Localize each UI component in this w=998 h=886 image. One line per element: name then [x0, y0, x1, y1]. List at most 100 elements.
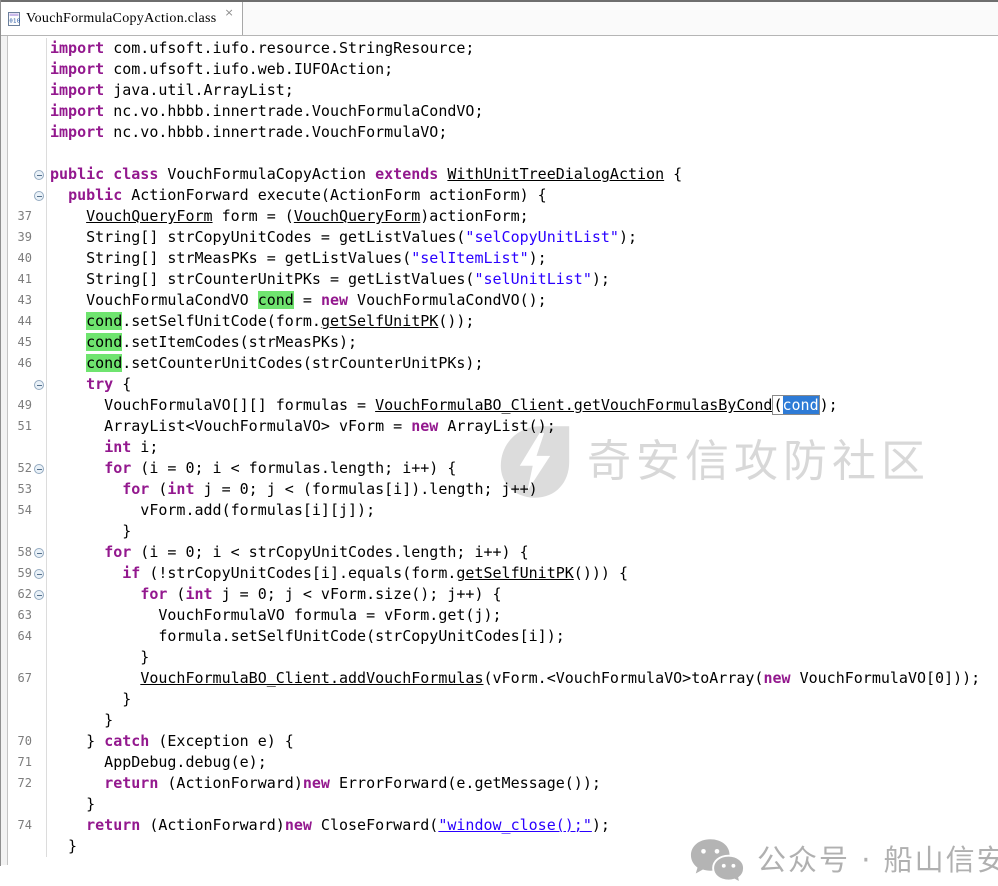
code-line: import nc.vo.hbbb.innertrade.VouchFormul… [8, 101, 998, 122]
gutter: 54 [8, 500, 47, 521]
code-token [50, 480, 122, 498]
code-token: j = 0; j < (formulas[i]).length; j++) [195, 480, 538, 498]
code-token: AppDebug.debug(e); [50, 753, 267, 771]
fold-column [33, 290, 46, 311]
fold-column [33, 269, 46, 290]
code-text: for (i = 0; i < strCopyUnitCodes.length;… [47, 542, 529, 563]
line-number: 41 [8, 269, 33, 290]
code-token: } [50, 795, 95, 813]
code-line: 59 if (!strCopyUnitCodes[i].equals(form.… [8, 563, 998, 584]
line-number: 74 [8, 815, 33, 836]
code-token: import [50, 123, 104, 141]
line-number: 70 [8, 731, 33, 752]
code-token [50, 774, 104, 792]
line-number [8, 647, 33, 668]
gutter [8, 185, 47, 206]
code-token: )actionForm; [420, 207, 528, 225]
fold-collapse-icon[interactable] [34, 569, 44, 579]
code-text: import com.ufsoft.iufo.resource.StringRe… [47, 38, 474, 59]
line-number [8, 521, 33, 542]
code-text: import java.util.ArrayList; [47, 80, 294, 101]
gutter [8, 710, 47, 731]
fold-column [33, 836, 46, 857]
fold-collapse-icon[interactable] [34, 464, 44, 474]
code-line: import nc.vo.hbbb.innertrade.VouchFormul… [8, 122, 998, 143]
code-token: for [140, 585, 167, 603]
code-token: new [321, 291, 348, 309]
code-token: VouchFormulaVO[0])); [791, 669, 981, 687]
line-number [8, 80, 33, 101]
line-number: 52 [8, 458, 33, 479]
fold-column [33, 311, 46, 332]
code-token: ArrayList(); [438, 417, 555, 435]
code-token: ArrayList<VouchFormulaVO> vForm = [50, 417, 411, 435]
code-line: try { [8, 374, 998, 395]
code-token: for [122, 480, 149, 498]
fold-column [33, 101, 46, 122]
code-text: } [47, 710, 113, 731]
class-file-icon: 010 [7, 11, 21, 27]
line-number: 51 [8, 416, 33, 437]
gutter [8, 80, 47, 101]
fold-column [33, 206, 46, 227]
code-text: public ActionForward execute(ActionForm … [47, 185, 547, 206]
code-text: VouchFormulaVO[][] formulas = VouchFormu… [47, 395, 838, 416]
gutter [8, 374, 47, 395]
fold-collapse-icon[interactable] [34, 191, 44, 201]
code-token [50, 669, 140, 687]
code-token: .setItemCodes(strMeasPKs); [122, 333, 357, 351]
code-token: } [50, 732, 104, 750]
code-token: int [167, 480, 194, 498]
code-text: VouchQueryForm form = (VouchQueryForm)ac… [47, 206, 529, 227]
fold-column [33, 752, 46, 773]
code-line: 71 AppDebug.debug(e); [8, 752, 998, 773]
line-number: 39 [8, 227, 33, 248]
fold-column [33, 647, 46, 668]
code-line: public class VouchFormulaCopyAction exte… [8, 164, 998, 185]
code-token: ( [149, 480, 167, 498]
gutter: 52 [8, 458, 47, 479]
line-number [8, 437, 33, 458]
code-editor[interactable]: 奇安信攻防社区 公众号 · 船山信安 import com.ufsoft.iuf… [1, 36, 998, 865]
gutter: 53 [8, 479, 47, 500]
code-text: formula.setSelfUnitCode(strCopyUnitCodes… [47, 626, 565, 647]
code-token [50, 333, 86, 351]
fold-collapse-icon[interactable] [34, 548, 44, 558]
fold-column [33, 815, 46, 836]
code-token: ActionForward execute(ActionForm actionF… [122, 186, 546, 204]
code-text: VouchFormulaCondVO cond = new VouchFormu… [47, 290, 547, 311]
line-number [8, 143, 33, 164]
code-token: ); [592, 270, 610, 288]
code-text: } [47, 689, 131, 710]
fold-collapse-icon[interactable] [34, 380, 44, 390]
code-token: import [50, 81, 104, 99]
fold-collapse-icon[interactable] [34, 170, 44, 180]
code-line: import java.util.ArrayList; [8, 80, 998, 101]
close-icon[interactable]: × [225, 6, 235, 19]
code-line: 49 VouchFormulaVO[][] formulas = VouchFo… [8, 395, 998, 416]
line-number [8, 836, 33, 857]
code-text: String[] strCounterUnitPKs = getListValu… [47, 269, 610, 290]
line-number: 58 [8, 542, 33, 563]
code-text: import nc.vo.hbbb.innertrade.VouchFormul… [47, 122, 447, 143]
fold-column [33, 710, 46, 731]
code-token: new [763, 669, 790, 687]
code-line: } [8, 647, 998, 668]
code-token: WithUnitTreeDialogAction [447, 165, 664, 183]
code-token: new [303, 774, 330, 792]
code-token: ())) { [574, 564, 628, 582]
code-token: .setSelfUnitCode(form. [122, 312, 321, 330]
code-token: new [411, 417, 438, 435]
line-number: 63 [8, 605, 33, 626]
tab-vouchformulacopyaction[interactable]: 010 VouchFormulaCopyAction.class × [1, 2, 243, 35]
gutter [8, 101, 47, 122]
gutter: 39 [8, 227, 47, 248]
code-token [50, 207, 86, 225]
fold-collapse-icon[interactable] [34, 590, 44, 600]
code-token: public [68, 186, 122, 204]
code-line: 44 cond.setSelfUnitCode(form.getSelfUnit… [8, 311, 998, 332]
fold-column [33, 332, 46, 353]
gutter: 45 [8, 332, 47, 353]
fold-column [33, 584, 46, 605]
code-token: "selUnitList" [474, 270, 591, 288]
